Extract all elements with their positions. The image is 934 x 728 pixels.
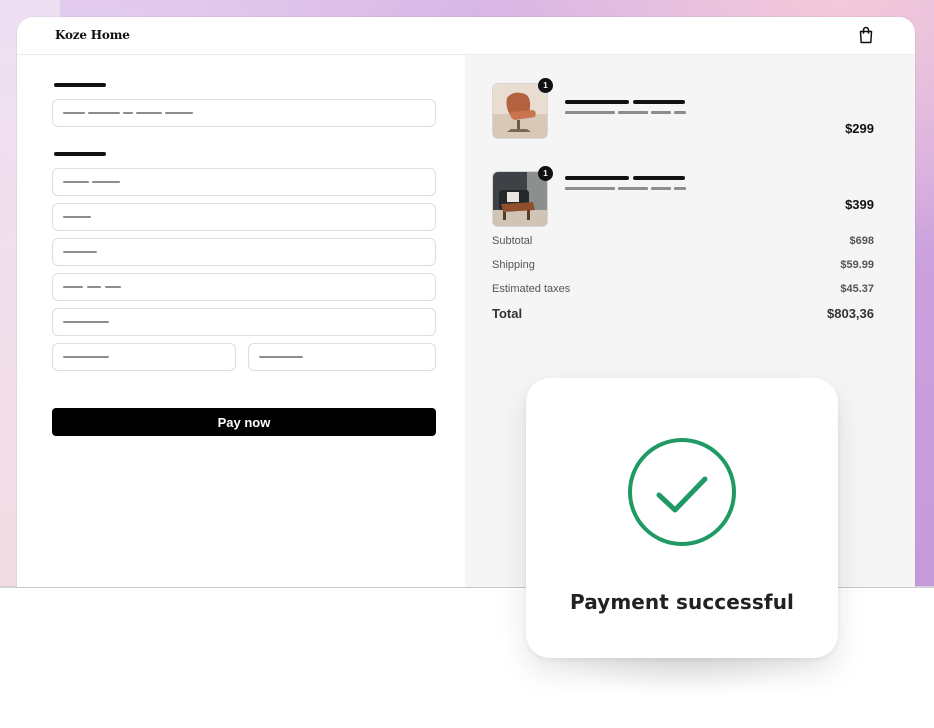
product-variant: [565, 187, 615, 190]
item-price: $399: [845, 197, 874, 212]
product-variant: [651, 111, 671, 114]
quantity-badge: 1: [538, 78, 553, 93]
shopping-bag-icon[interactable]: [858, 26, 874, 44]
address-field[interactable]: [52, 203, 436, 231]
product-variant: [674, 187, 686, 190]
armchair-image: [493, 84, 547, 138]
expiry-field[interactable]: [52, 343, 236, 371]
product-title: [633, 176, 685, 180]
check-circle-icon: [628, 438, 736, 546]
shipping-label: Shipping: [492, 259, 535, 271]
section-heading-delivery: [54, 152, 106, 156]
taxes-value: $45.37: [840, 283, 874, 295]
armchair-room-image: [493, 172, 547, 226]
success-message: Payment successful: [569, 590, 795, 614]
product-title: [565, 176, 629, 180]
total-label: Total: [492, 306, 523, 321]
product-thumbnail[interactable]: 1: [492, 78, 553, 139]
name-field[interactable]: [52, 168, 436, 196]
subtotal-value: $698: [849, 235, 874, 247]
product-variant: [674, 111, 686, 114]
apartment-field[interactable]: [52, 238, 436, 266]
pay-now-button[interactable]: Pay now: [52, 408, 436, 436]
product-title: [565, 100, 629, 104]
taxes-label: Estimated taxes: [492, 283, 571, 295]
product-thumbnail[interactable]: 1: [492, 166, 553, 227]
quantity-badge: 1: [538, 166, 553, 181]
product-title: [633, 100, 685, 104]
product-variant: [618, 111, 648, 114]
city-field[interactable]: [52, 273, 436, 301]
section-heading-contact: [54, 83, 106, 87]
payment-form: Pay now: [17, 55, 465, 587]
payment-success-modal: Payment successful: [526, 378, 838, 658]
item-price: $299: [845, 121, 874, 136]
top-bar: Koze Home: [17, 17, 915, 55]
security-code-field[interactable]: [248, 343, 436, 371]
subtotal-label: Subtotal: [492, 235, 533, 247]
email-field[interactable]: [52, 99, 436, 127]
shipping-value: $59.99: [840, 259, 874, 271]
product-variant: [618, 187, 648, 190]
product-variant: [565, 111, 615, 114]
brand-logo[interactable]: Koze Home: [55, 28, 130, 42]
card-number-field[interactable]: [52, 308, 436, 336]
total-value: $803,36: [827, 306, 874, 321]
product-variant: [651, 187, 671, 190]
